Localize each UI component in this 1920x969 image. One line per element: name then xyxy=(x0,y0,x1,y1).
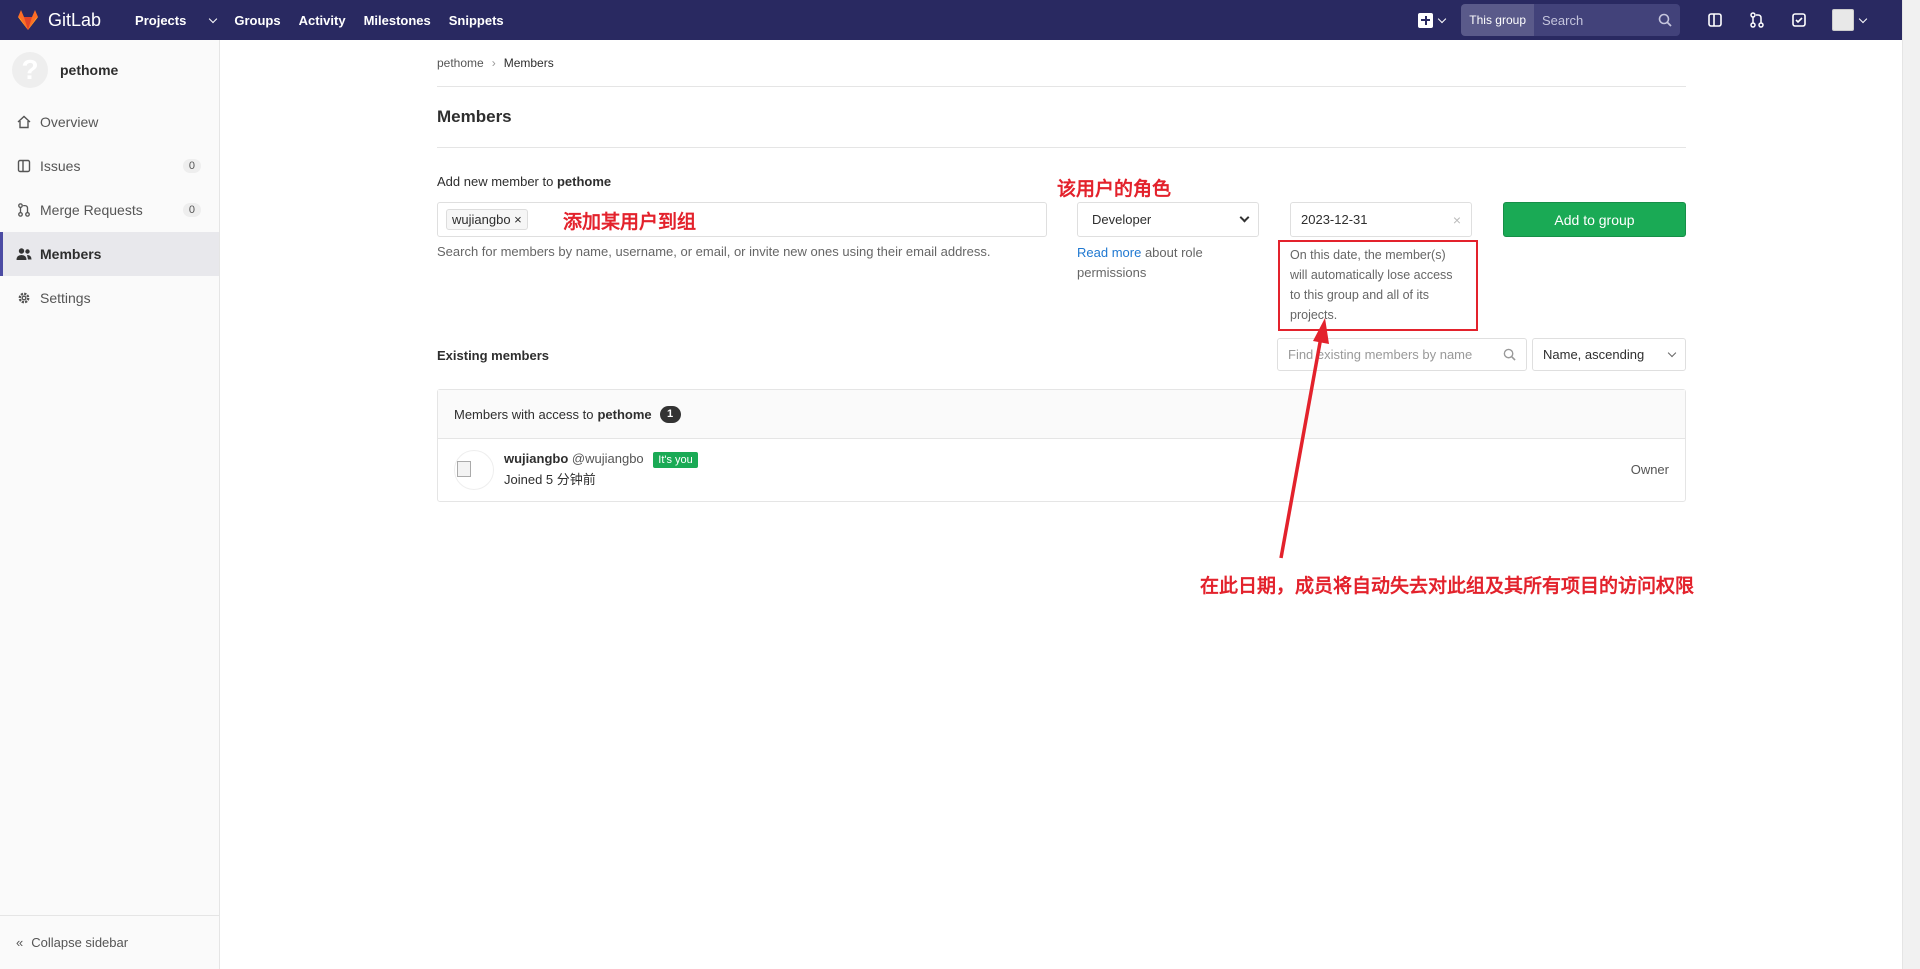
find-members-input[interactable]: Find existing members by name xyxy=(1277,338,1527,371)
nav-projects[interactable]: Projects xyxy=(135,12,218,28)
role-select[interactable]: Developer xyxy=(1077,202,1259,237)
nav-milestones[interactable]: Milestones xyxy=(364,13,431,28)
members-panel-title: Members with access to xyxy=(454,406,594,422)
existing-members-label: Existing members xyxy=(437,348,549,363)
nav-activity[interactable]: Activity xyxy=(299,13,346,28)
merge-requests-count-badge: 0 xyxy=(182,203,201,217)
add-member-label-prefix: Add new member to xyxy=(437,174,554,189)
group-avatar: ? xyxy=(12,52,48,88)
gitlab-logo-text: GitLab xyxy=(48,9,102,30)
sidebar-group-header[interactable]: ? pethome xyxy=(0,40,219,100)
sidebar-item-label: Members xyxy=(40,246,102,262)
gear-icon xyxy=(16,290,32,306)
nav-groups[interactable]: Groups xyxy=(234,13,280,28)
top-nav-right: This group Search xyxy=(1418,0,1868,40)
add-member-label-group: pethome xyxy=(556,174,612,189)
users-icon xyxy=(16,246,32,262)
search-bar: This group Search xyxy=(1461,4,1680,36)
sidebar-item-label: Issues xyxy=(40,158,81,174)
expiry-date-input[interactable]: 2023-12-31 × xyxy=(1290,202,1472,237)
sidebar-item-label: Overview xyxy=(40,114,99,130)
sort-dropdown[interactable]: Name, ascending xyxy=(1532,338,1686,371)
search-scope-badge[interactable]: This group xyxy=(1461,4,1534,36)
its-you-badge: It's you xyxy=(653,452,698,468)
todo-icon[interactable] xyxy=(1787,8,1811,32)
member-search-hint: Search for members by name, username, or… xyxy=(437,244,991,259)
role-select-value: Developer xyxy=(1092,212,1152,227)
nav-snippets[interactable]: Snippets xyxy=(449,13,504,28)
sidebar-group-name: pethome xyxy=(60,62,119,78)
user-avatar-icon[interactable] xyxy=(1832,9,1854,31)
sidebar-toggle-icon[interactable] xyxy=(1703,8,1727,32)
issues-count-badge: 0 xyxy=(182,159,201,173)
double-chevron-left-icon: « xyxy=(16,935,24,950)
sidebar-item-merge-requests[interactable]: Merge Requests 0 xyxy=(0,188,219,232)
role-permissions-help: Read more about role permissions xyxy=(1077,243,1237,283)
sidebar-item-settings[interactable]: Settings xyxy=(0,276,219,320)
search-scope-label: This group xyxy=(1469,13,1526,27)
collapse-sidebar-label: Collapse sidebar xyxy=(31,935,129,950)
chevron-right-icon: › xyxy=(491,56,496,70)
merge-request-icon[interactable] xyxy=(1745,8,1769,32)
gitlab-logo[interactable]: GitLab xyxy=(16,8,101,32)
group-sidebar: ? pethome Overview Issues 0 Merge Reques… xyxy=(0,40,220,969)
clear-date-icon[interactable]: × xyxy=(1453,212,1461,228)
breadcrumb-current: Members xyxy=(503,56,554,70)
expiry-date-value: 2023-12-31 xyxy=(1301,212,1368,227)
sort-dropdown-value: Name, ascending xyxy=(1543,347,1645,362)
member-handle: @wujiangbo xyxy=(571,451,644,466)
new-dropdown-button[interactable] xyxy=(1418,12,1447,28)
members-panel-header: Members with access to pethome 1 xyxy=(438,390,1685,439)
sidebar-item-members[interactable]: Members xyxy=(0,232,219,276)
member-info: wujiangbo @wujiangbo It's you Joined 5 分… xyxy=(504,449,698,489)
expiry-date-help: On this date, the member(s) will automat… xyxy=(1278,240,1478,331)
search-placeholder: Search xyxy=(1542,12,1584,28)
issues-icon xyxy=(16,158,32,174)
merge-request-icon xyxy=(16,202,32,218)
main-content: pethome › Members Members Add new member… xyxy=(437,40,1686,502)
sidebar-item-label: Settings xyxy=(40,290,91,306)
member-search-input[interactable]: wujiangbo × xyxy=(437,202,1047,237)
breadcrumb-root-link[interactable]: pethome xyxy=(437,56,484,70)
home-icon xyxy=(16,114,32,130)
avatar[interactable] xyxy=(454,450,494,490)
search-icon xyxy=(1658,13,1672,27)
sidebar-item-label: Merge Requests xyxy=(40,202,143,218)
search-icon xyxy=(1503,348,1516,361)
member-name[interactable]: wujiangbo xyxy=(504,451,568,466)
selected-member-name: wujiangbo xyxy=(452,212,511,227)
members-panel: Members with access to pethome 1 wujiang… xyxy=(437,389,1686,502)
search-input[interactable]: Search xyxy=(1534,4,1680,36)
sidebar-item-issues[interactable]: Issues 0 xyxy=(0,144,219,188)
read-more-link[interactable]: Read more xyxy=(1077,245,1141,260)
plus-icon xyxy=(1418,12,1434,28)
nav-projects-label: Projects xyxy=(135,12,187,28)
remove-token-icon[interactable]: × xyxy=(514,212,522,227)
annotation-add-user: 添加某用户到组 xyxy=(563,211,697,233)
sidebar-item-overview[interactable]: Overview xyxy=(0,100,219,144)
annotation-role: 该用户的角色 xyxy=(1057,178,1172,200)
top-navbar: GitLab Projects Groups Activity Mileston… xyxy=(0,0,1902,40)
breadcrumb: pethome › Members xyxy=(437,40,1686,87)
chevron-down-icon xyxy=(1667,348,1677,358)
member-joined: Joined 5 分钟前 xyxy=(504,472,596,487)
members-count-badge: 1 xyxy=(659,405,681,423)
members-panel-group: pethome xyxy=(597,406,652,422)
add-member-label: Add new member to pethome xyxy=(437,174,611,189)
chevron-down-icon xyxy=(209,14,218,23)
member-row: wujiangbo @wujiangbo It's you Joined 5 分… xyxy=(438,439,1685,501)
find-members-placeholder: Find existing members by name xyxy=(1288,347,1473,362)
page-scrollbar[interactable] xyxy=(1902,0,1920,969)
selected-member-token[interactable]: wujiangbo × xyxy=(446,209,528,230)
chevron-down-icon xyxy=(1858,14,1868,23)
member-role: Owner xyxy=(1630,462,1669,477)
chevron-down-icon xyxy=(1438,14,1447,23)
annotation-expiry: 在此日期，成员将自动失去对此组及其所有项目的访问权限 xyxy=(1200,575,1695,597)
add-to-group-button[interactable]: Add to group xyxy=(1503,202,1686,237)
chevron-down-icon xyxy=(1239,212,1250,223)
collapse-sidebar-button[interactable]: « Collapse sidebar xyxy=(0,915,219,969)
top-nav-links: Projects Groups Activity Milestones Snip… xyxy=(135,13,522,28)
gitlab-fox-icon xyxy=(18,10,38,30)
page-title: Members xyxy=(437,87,1686,148)
